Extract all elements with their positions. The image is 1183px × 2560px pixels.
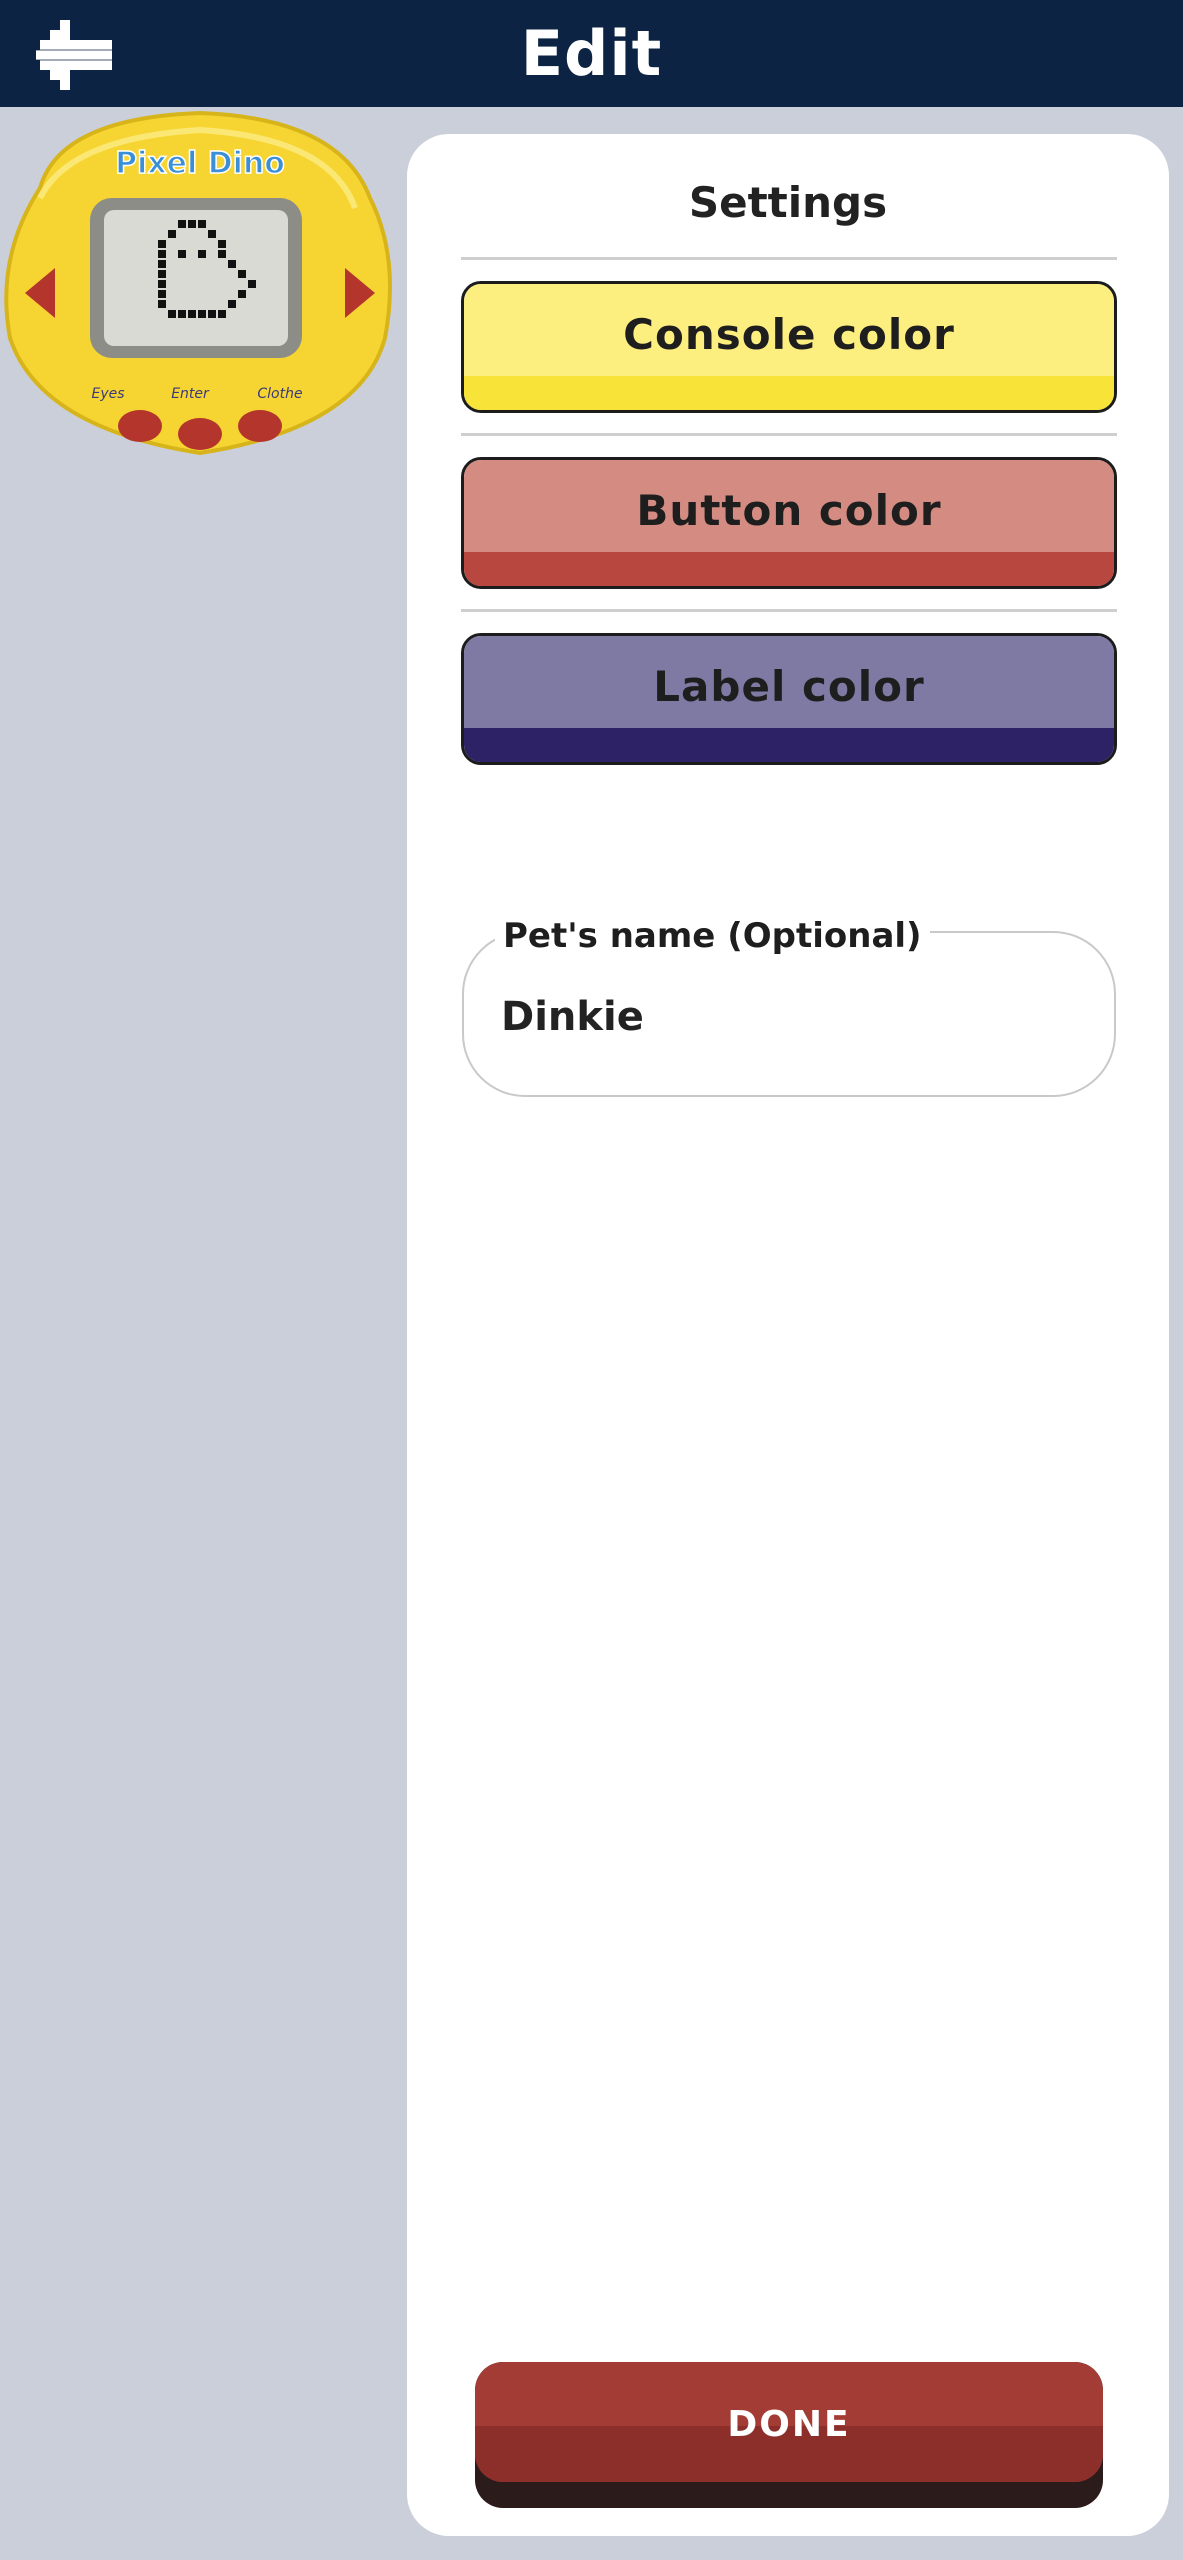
- divider: [461, 609, 1117, 612]
- console-color-label: Console color: [623, 310, 955, 359]
- divider: [461, 257, 1117, 260]
- done-button[interactable]: DONE: [475, 2362, 1103, 2508]
- button-color-button[interactable]: Button color: [461, 457, 1117, 589]
- button-color-swatch-dark: [464, 552, 1114, 586]
- label-color-label: Label color: [653, 662, 925, 711]
- tamagotchi-device-image: Pixel Dino Eyes Enter Clothe: [4, 110, 392, 456]
- device-preview: Pixel Dino Eyes Enter Clothe: [0, 108, 400, 458]
- top-app-bar: Edit: [0, 0, 1183, 107]
- console-color-swatch-dark: [464, 376, 1114, 410]
- back-button[interactable]: [36, 18, 112, 90]
- button-color-label: Button color: [636, 486, 942, 535]
- arrow-left-icon: [36, 20, 112, 90]
- label-color-swatch-dark: [464, 728, 1114, 762]
- device-logo-text: Pixel Dino: [115, 146, 285, 181]
- label-color-button[interactable]: Label color: [461, 633, 1117, 765]
- divider: [461, 433, 1117, 436]
- device-label-right: Clothe: [257, 386, 302, 402]
- console-color-button[interactable]: Console color: [461, 281, 1117, 413]
- settings-title: Settings: [688, 178, 888, 227]
- done-button-label: DONE: [727, 2404, 851, 2445]
- pet-name-input[interactable]: Dinkie: [501, 994, 644, 1040]
- page-title: Edit: [520, 17, 663, 90]
- pet-name-label: Pet's name (Optional): [495, 916, 930, 956]
- device-label-left: Eyes: [91, 386, 124, 402]
- pet-name-field[interactable]: Pet's name (Optional) Dinkie: [461, 798, 1117, 1098]
- settings-panel: Settings Console color Button color Labe…: [407, 134, 1169, 2536]
- device-label-middle: Enter: [171, 386, 210, 402]
